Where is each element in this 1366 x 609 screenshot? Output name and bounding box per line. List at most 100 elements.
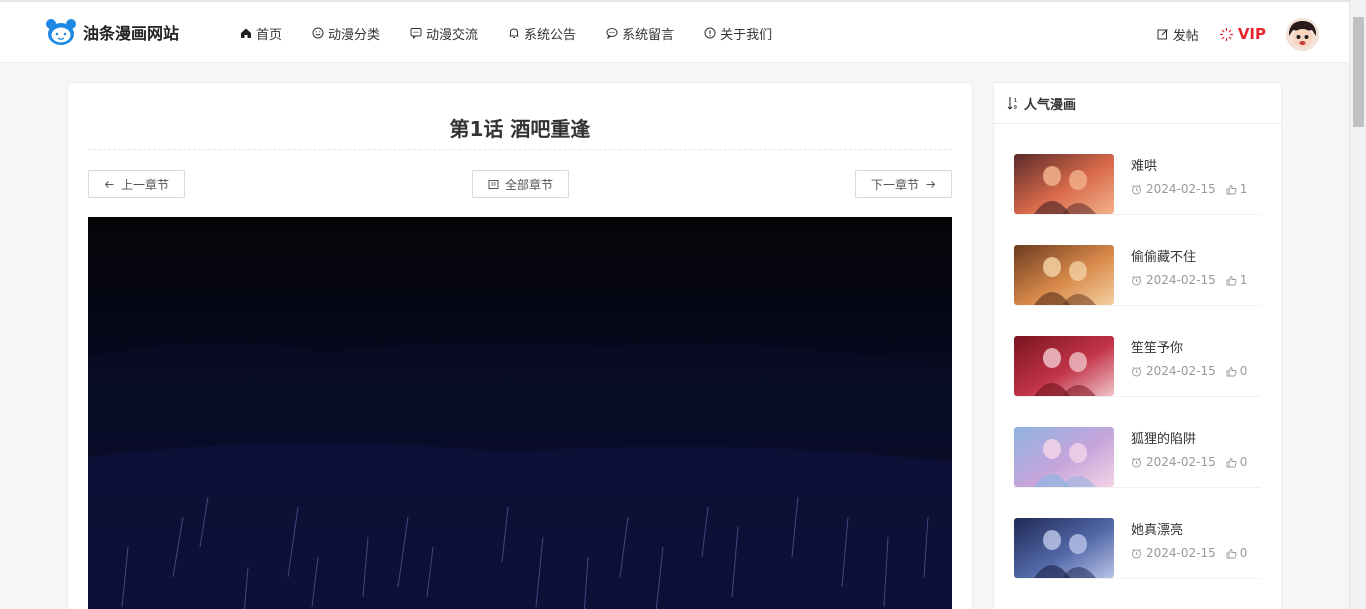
title-divider bbox=[88, 149, 952, 150]
next-chapter-label: 下一章节 bbox=[870, 177, 919, 192]
comic-cover-thumbnail[interactable] bbox=[1014, 245, 1114, 305]
message-icon bbox=[606, 28, 618, 39]
alarm-clock-icon bbox=[1132, 184, 1141, 194]
panel-header: 1 9 人气漫画 bbox=[994, 83, 1281, 124]
nav-item-messages[interactable]: 系统留言 bbox=[606, 22, 674, 44]
arrow-left-icon bbox=[104, 180, 114, 188]
comic-cover-thumbnail[interactable] bbox=[1014, 518, 1114, 578]
info-icon bbox=[704, 27, 716, 39]
nav-item-home[interactable]: 首页 bbox=[240, 22, 282, 44]
nav-item-about[interactable]: 关于我们 bbox=[704, 22, 772, 44]
thumbs-up-icon bbox=[1226, 548, 1237, 558]
post-label: 发帖 bbox=[1172, 28, 1199, 44]
sparkle-icon bbox=[1219, 27, 1233, 41]
chapter-title: 第1话 酒吧重逢 bbox=[449, 117, 591, 141]
comic-likes: 1 bbox=[1226, 182, 1248, 196]
avatar-icon bbox=[1286, 17, 1319, 51]
sort-icon: 1 9 bbox=[1007, 96, 1017, 111]
comic-title[interactable]: 难哄 bbox=[1131, 155, 1157, 174]
comic-like-count: 0 bbox=[1239, 455, 1248, 469]
alarm-clock-icon bbox=[1132, 457, 1141, 467]
list-icon bbox=[488, 179, 499, 189]
nav-label: 系统公告 bbox=[524, 27, 577, 43]
comic-meta: 2024-02-15 0 bbox=[1131, 364, 1247, 378]
nav-label: 首页 bbox=[256, 27, 283, 43]
comic-list-item[interactable]: 难哄 2024-02-15 1 bbox=[1014, 124, 1261, 215]
thumbs-up-icon bbox=[1226, 457, 1237, 467]
page-scrollbar[interactable] bbox=[1349, 0, 1366, 609]
edit-icon bbox=[1157, 29, 1168, 40]
main-nav: 首页 动漫分类 动漫交流 系统公告 系统留言 关于我们 bbox=[240, 22, 802, 44]
vip-label: VIP bbox=[1237, 25, 1266, 43]
comic-title[interactable]: 笙笙予你 bbox=[1131, 337, 1183, 356]
thumbs-up-icon bbox=[1226, 275, 1237, 285]
comic-date: 2024-02-15 bbox=[1146, 546, 1216, 560]
svg-text:9: 9 bbox=[1014, 105, 1017, 111]
thumbs-up-icon bbox=[1226, 366, 1237, 376]
comic-meta: 2024-02-15 1 bbox=[1131, 273, 1247, 287]
comic-title[interactable]: 她真漂亮 bbox=[1131, 519, 1183, 538]
all-chapters-label: 全部章节 bbox=[504, 177, 553, 192]
comic-cover-thumbnail[interactable] bbox=[1014, 154, 1114, 214]
nav-label: 动漫分类 bbox=[328, 27, 381, 43]
comic-page-image bbox=[88, 217, 952, 609]
comic-cover-thumbnail[interactable] bbox=[1014, 427, 1114, 487]
comic-date: 2024-02-15 bbox=[1146, 182, 1216, 196]
user-avatar[interactable] bbox=[1286, 17, 1319, 51]
post-button[interactable]: 发帖 bbox=[1157, 25, 1199, 44]
site-name: 油条漫画网站 bbox=[83, 24, 180, 43]
alarm-clock-icon bbox=[1132, 366, 1141, 376]
bell-icon bbox=[509, 28, 519, 38]
comic-date: 2024-02-15 bbox=[1146, 455, 1216, 469]
site-logo[interactable]: 油条漫画网站 bbox=[45, 17, 179, 47]
comic-cover-thumbnail[interactable] bbox=[1014, 336, 1114, 396]
alarm-clock-icon bbox=[1132, 275, 1141, 285]
comic-title[interactable]: 偷偷藏不住 bbox=[1131, 246, 1196, 265]
comic-likes: 1 bbox=[1226, 273, 1248, 287]
comic-list-item[interactable]: 偷偷藏不住 2024-02-15 1 bbox=[1014, 215, 1261, 306]
svg-text:1: 1 bbox=[1014, 98, 1017, 104]
next-chapter-button[interactable]: 下一章节 bbox=[855, 170, 952, 198]
chat-icon bbox=[410, 28, 422, 39]
popular-comic-list: 难哄 2024-02-15 1 偷偷藏不住 2024-02-15 1 笙笙予你 … bbox=[994, 124, 1281, 579]
comic-list-item[interactable]: 狐狸的陷阱 2024-02-15 0 bbox=[1014, 397, 1261, 488]
comic-likes: 0 bbox=[1226, 455, 1248, 469]
header-actions: 发帖 VIP bbox=[1157, 17, 1319, 51]
nav-item-announcements[interactable]: 系统公告 bbox=[508, 22, 576, 44]
vip-button[interactable]: VIP bbox=[1219, 25, 1266, 43]
arrow-right-icon bbox=[926, 180, 936, 188]
comic-likes: 0 bbox=[1226, 546, 1248, 560]
nav-item-community[interactable]: 动漫交流 bbox=[410, 22, 478, 44]
comic-meta: 2024-02-15 1 bbox=[1131, 182, 1247, 196]
nav-item-categories[interactable]: 动漫分类 bbox=[312, 22, 380, 44]
home-icon bbox=[241, 28, 251, 38]
scrollbar-thumb[interactable] bbox=[1353, 17, 1364, 127]
comic-list-item[interactable]: 她真漂亮 2024-02-15 0 bbox=[1014, 488, 1261, 579]
comic-list-item[interactable]: 笙笙予你 2024-02-15 0 bbox=[1014, 306, 1261, 397]
all-chapters-button[interactable]: 全部章节 bbox=[472, 170, 569, 198]
bear-logo-icon bbox=[46, 19, 76, 45]
comic-date: 2024-02-15 bbox=[1146, 273, 1216, 287]
smile-icon bbox=[312, 27, 324, 39]
popular-comics-panel: 1 9 人气漫画 难哄 2024-02-15 1 偷偷藏不住 2024-02-1… bbox=[993, 82, 1282, 609]
comic-meta: 2024-02-15 0 bbox=[1131, 455, 1247, 469]
chapter-reader: 第1话 酒吧重逢 上一章节 全部章节 下一章节 bbox=[67, 82, 973, 609]
comic-title[interactable]: 狐狸的陷阱 bbox=[1131, 428, 1196, 447]
thumbs-up-icon bbox=[1226, 184, 1237, 194]
nav-label: 系统留言 bbox=[622, 27, 675, 43]
top-navbar: 油条漫画网站 首页 动漫分类 动漫交流 系统公告 系统留言 关于我们 发帖 VI… bbox=[0, 0, 1349, 63]
panel-title: 人气漫画 bbox=[1024, 97, 1077, 113]
comic-like-count: 1 bbox=[1239, 273, 1248, 287]
comic-meta: 2024-02-15 0 bbox=[1131, 546, 1247, 560]
comic-date: 2024-02-15 bbox=[1146, 364, 1216, 378]
nav-label: 关于我们 bbox=[720, 27, 773, 43]
prev-chapter-label: 上一章节 bbox=[120, 177, 169, 192]
comic-like-count: 1 bbox=[1239, 182, 1248, 196]
comic-likes: 0 bbox=[1226, 364, 1248, 378]
nav-label: 动漫交流 bbox=[426, 27, 479, 43]
rainy-night-scene bbox=[88, 217, 952, 609]
comic-like-count: 0 bbox=[1239, 364, 1248, 378]
alarm-clock-icon bbox=[1132, 548, 1141, 558]
prev-chapter-button[interactable]: 上一章节 bbox=[88, 170, 185, 198]
comic-like-count: 0 bbox=[1239, 546, 1248, 560]
